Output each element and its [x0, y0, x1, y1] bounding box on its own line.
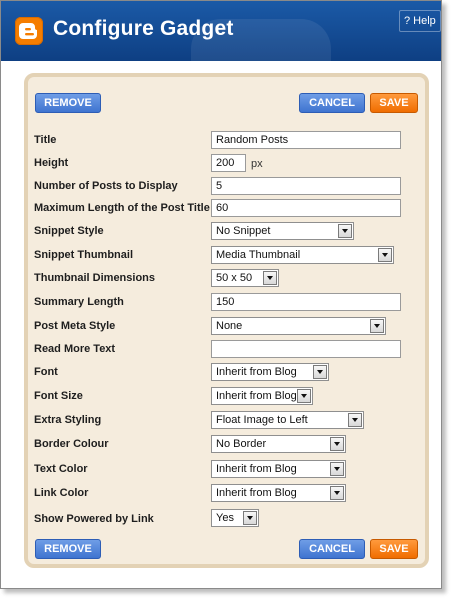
- snippet-thumbnail-value: Media Thumbnail: [216, 249, 301, 261]
- summary-length-input[interactable]: 150: [211, 293, 401, 311]
- extra-styling-label: Extra Styling: [34, 414, 102, 426]
- help-link[interactable]: ? Help: [399, 10, 441, 32]
- font-label: Font: [34, 366, 58, 378]
- link-color-select[interactable]: Inherit from Blog: [211, 484, 346, 502]
- cancel-button-bottom[interactable]: CANCEL: [299, 539, 365, 559]
- max-title-length-input[interactable]: 60: [211, 199, 401, 217]
- height-input[interactable]: 200: [211, 154, 246, 172]
- read-more-label: Read More Text: [34, 343, 116, 355]
- chevron-down-icon: [297, 389, 311, 403]
- font-size-select[interactable]: Inherit from Blog: [211, 387, 313, 405]
- chevron-down-icon: [348, 413, 362, 427]
- num-posts-input[interactable]: 5: [211, 177, 401, 195]
- extra-styling-select[interactable]: Float Image to Left: [211, 411, 364, 429]
- font-select[interactable]: Inherit from Blog: [211, 363, 329, 381]
- chevron-down-icon: [378, 248, 392, 262]
- text-color-label: Text Color: [34, 463, 88, 475]
- header-bar: Configure Gadget ? Help: [1, 1, 441, 61]
- snippet-thumbnail-label: Snippet Thumbnail: [34, 249, 133, 261]
- remove-button-bottom[interactable]: REMOVE: [35, 539, 101, 559]
- font-size-value: Inherit from Blog: [216, 390, 297, 402]
- chevron-down-icon: [313, 365, 327, 379]
- blogger-logo-icon: [15, 17, 43, 45]
- font-value: Inherit from Blog: [216, 366, 297, 378]
- chevron-down-icon: [338, 224, 352, 238]
- text-color-value: Inherit from Blog: [216, 463, 297, 475]
- thumbnail-dimensions-label: Thumbnail Dimensions: [34, 272, 156, 284]
- chevron-down-icon: [330, 462, 344, 476]
- height-unit: px: [251, 158, 263, 170]
- remove-button-top[interactable]: REMOVE: [35, 93, 101, 113]
- title-label: Title: [34, 134, 57, 146]
- powered-by-value: Yes: [216, 512, 234, 524]
- post-meta-style-value: None: [216, 320, 243, 332]
- extra-styling-value: Float Image to Left: [216, 414, 308, 426]
- link-color-value: Inherit from Blog: [216, 487, 297, 499]
- chevron-down-icon: [330, 486, 344, 500]
- powered-by-select[interactable]: Yes: [211, 509, 259, 527]
- num-posts-label: Number of Posts to Display: [34, 180, 178, 192]
- chevron-down-icon: [263, 271, 277, 285]
- thumbnail-dimensions-select[interactable]: 50 x 50: [211, 269, 279, 287]
- height-label: Height: [34, 157, 69, 169]
- save-button-bottom[interactable]: SAVE: [370, 539, 418, 559]
- snippet-style-select[interactable]: No Snippet: [211, 222, 354, 240]
- post-meta-style-label: Post Meta Style: [34, 320, 116, 332]
- snippet-thumbnail-select[interactable]: Media Thumbnail: [211, 246, 394, 264]
- chevron-down-icon: [370, 319, 384, 333]
- read-more-input[interactable]: [211, 340, 401, 358]
- title-input[interactable]: Random Posts: [211, 131, 401, 149]
- snippet-style-value: No Snippet: [216, 225, 271, 237]
- border-colour-select[interactable]: No Border: [211, 435, 346, 453]
- chevron-down-icon: [330, 437, 344, 451]
- configure-gadget-window: Configure Gadget ? Help REMOVE CANCEL SA…: [0, 0, 442, 589]
- text-color-select[interactable]: Inherit from Blog: [211, 460, 346, 478]
- cancel-button-top[interactable]: CANCEL: [299, 93, 365, 113]
- max-title-length-label: Maximum Length of the Post Title: [34, 202, 210, 214]
- border-colour-label: Border Colour: [34, 438, 109, 450]
- post-meta-style-select[interactable]: None: [211, 317, 386, 335]
- border-colour-value: No Border: [216, 438, 267, 450]
- link-color-label: Link Color: [34, 487, 89, 499]
- page-title: Configure Gadget: [53, 17, 234, 40]
- snippet-style-label: Snippet Style: [34, 225, 104, 237]
- powered-by-label: Show Powered by Link: [34, 513, 154, 525]
- summary-length-label: Summary Length: [34, 296, 124, 308]
- font-size-label: Font Size: [34, 390, 83, 402]
- thumbnail-dimensions-value: 50 x 50: [216, 272, 253, 284]
- save-button-top[interactable]: SAVE: [370, 93, 418, 113]
- chevron-down-icon: [243, 511, 257, 525]
